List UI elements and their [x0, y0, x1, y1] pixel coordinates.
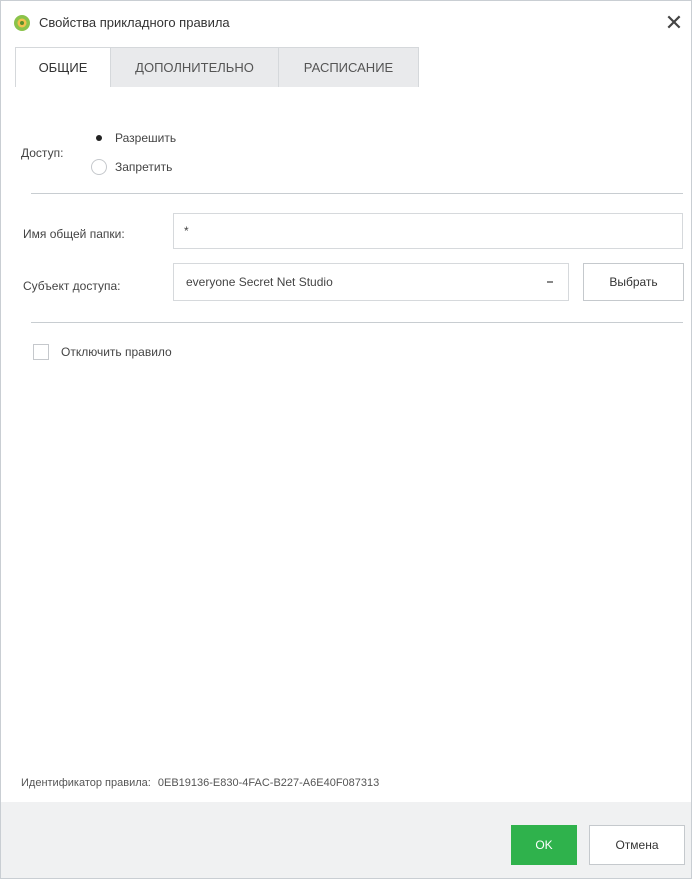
chevron-down-icon[interactable] [544, 272, 556, 295]
divider [31, 193, 683, 194]
subject-select[interactable]: everyone Secret Net Studio [173, 263, 569, 301]
radio-allow[interactable] [91, 130, 107, 146]
subject-select-value: everyone Secret Net Studio [186, 275, 333, 289]
title-bar[interactable]: Свойства прикладного правила ✕ [1, 1, 691, 47]
cancel-button[interactable]: Отмена [589, 825, 685, 865]
rule-id-label: Идентификатор правила: [21, 777, 151, 789]
radio-deny[interactable] [91, 159, 107, 175]
close-icon[interactable]: ✕ [661, 9, 687, 37]
dialog-footer: OK Отмена [1, 802, 691, 878]
rule-id-value: 0EB19136-E830-4FAC-B227-A6E40F087313 [157, 777, 380, 789]
shared-folder-label: Имя общей папки: [23, 227, 125, 241]
disable-rule-checkbox[interactable] [33, 344, 49, 360]
disable-rule-label[interactable]: Отключить правило [61, 345, 172, 359]
dialog-window: Свойства прикладного правила ✕ ОБЩИЕ ДОП… [0, 0, 692, 879]
divider [31, 322, 683, 323]
window-title: Свойства прикладного правила [39, 15, 230, 30]
tab-strip: ОБЩИЕ ДОПОЛНИТЕЛЬНО РАСПИСАНИЕ [1, 47, 691, 87]
ok-button[interactable]: OK [511, 825, 577, 865]
subject-label: Субъект доступа: [23, 279, 121, 293]
radio-deny-label[interactable]: Запретить [115, 160, 172, 174]
radio-allow-label[interactable]: Разрешить [115, 131, 176, 145]
general-tab-content: Доступ: Разрешить Запретить Имя общей па… [1, 87, 691, 802]
access-label: Доступ: [21, 146, 64, 160]
rule-id: Идентификатор правила: 0EB19136-E830-4FA… [21, 777, 379, 789]
app-shield-icon [13, 14, 31, 32]
choose-subject-button[interactable]: Выбрать [583, 263, 684, 301]
tab-schedule[interactable]: РАСПИСАНИЕ [279, 47, 419, 87]
tab-general[interactable]: ОБЩИЕ [15, 47, 111, 87]
tab-additional[interactable]: ДОПОЛНИТЕЛЬНО [111, 47, 279, 87]
shared-folder-input[interactable]: * [173, 213, 683, 249]
